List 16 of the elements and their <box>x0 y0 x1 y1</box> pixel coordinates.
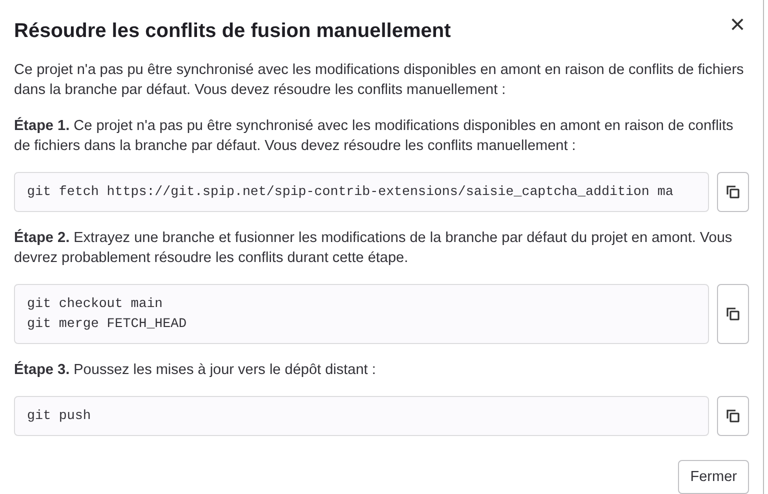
step-text: Étape 1. Ce projet n'a pas pu être synchronisé avec les modifications disponibles en amont en raison de conflits de fichiers dans la branche par défaut. Vous devez résoudre les conflits manuellement : <box>14 116 734 156</box>
copy-button[interactable] <box>717 172 749 212</box>
close-dialog-button[interactable]: Fermer <box>678 460 749 494</box>
intro-text: Ce projet n'a pas pu être synchronisé avec les modifications disponibles en amont en raison de conflits de fichiers dans la branche par défaut. Vous devez résoudre les conflits manuellement : <box>14 61 745 100</box>
code-block: git checkout main git merge FETCH_HEAD <box>14 284 709 344</box>
step-text: Étape 3. Poussez les mises à jour vers le dépôt distant : <box>14 360 377 380</box>
dialog-title: Résoudre les conflits de fusion manuellement <box>14 19 451 44</box>
code-block: git fetch https://git.spip.net/spip-contrib-extensions/saisie_captcha_addition ma <box>14 172 709 212</box>
step-text: Étape 2. Extrayez une branche et fusionner les modifications de la branche par défaut du projet en amont. Vous devrez probablement résoudre les conflits durant cette étape. <box>14 228 734 268</box>
copy-button[interactable] <box>717 396 749 436</box>
code-block: git push <box>14 396 709 436</box>
copy-icon <box>726 185 740 199</box>
copy-icon <box>726 409 740 423</box>
copy-button[interactable] <box>717 284 749 344</box>
copy-icon <box>726 307 740 321</box>
close-button[interactable]: × <box>726 14 749 34</box>
